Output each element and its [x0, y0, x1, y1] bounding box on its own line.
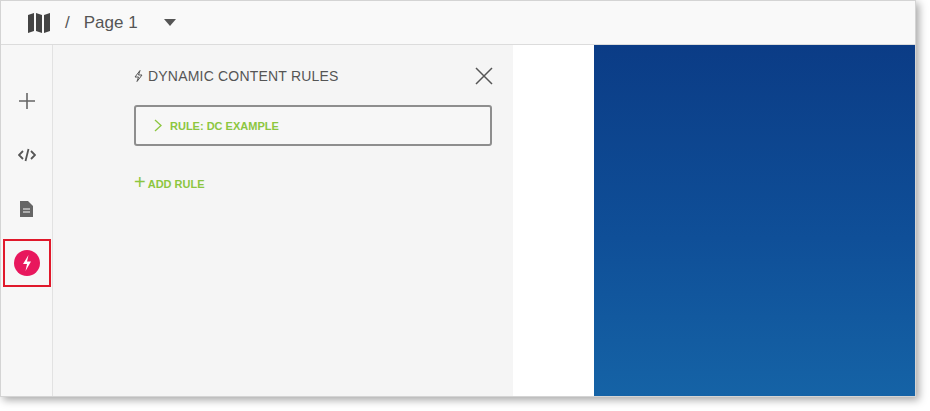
rule-item[interactable]: RULE: DC EXAMPLE	[134, 105, 492, 146]
code-icon	[18, 148, 36, 162]
add-rule-button[interactable]: +ADD RULE	[134, 172, 205, 192]
plus-icon: +	[134, 172, 146, 192]
page-name[interactable]: Page 1	[84, 13, 138, 33]
sidebar-item[interactable]	[3, 239, 51, 287]
add-rule-label: ADD RULE	[148, 175, 205, 190]
panel-header: DYNAMIC CONTENT RULES	[134, 65, 493, 87]
rules-panel: DYNAMIC CONTENT RULES RULE: DC EXAMPLE +AD…	[53, 45, 513, 396]
sidebar-item[interactable]	[3, 131, 51, 179]
panel-title: DYNAMIC CONTENT RULES	[134, 68, 339, 84]
sidebar	[1, 45, 53, 396]
canvas-margin	[513, 45, 594, 396]
screen: / Page 1 DYNAMIC CONTENT RULES RULE: DC EXA…	[0, 0, 930, 411]
caret-down-icon	[164, 19, 176, 26]
close-button[interactable]	[475, 67, 493, 85]
top-bar: / Page 1	[1, 1, 915, 45]
lightning-icon	[134, 70, 143, 82]
plus-icon	[18, 92, 36, 110]
lightning-icon	[13, 249, 41, 277]
page-dropdown[interactable]	[164, 19, 176, 26]
map-icon	[27, 12, 51, 34]
document-icon	[20, 201, 33, 217]
page-canvas[interactable]	[594, 45, 915, 396]
close-icon	[475, 67, 493, 85]
rule-label: RULE: DC EXAMPLE	[170, 120, 279, 132]
editor-window: / Page 1 DYNAMIC CONTENT RULES RULE: DC EXA…	[0, 0, 916, 397]
chevron-icon	[154, 119, 162, 132]
sidebar-item[interactable]	[3, 185, 51, 233]
breadcrumb-separator: /	[65, 13, 70, 33]
sidebar-item[interactable]	[3, 77, 51, 125]
editor-body: DYNAMIC CONTENT RULES RULE: DC EXAMPLE +AD…	[1, 45, 915, 396]
